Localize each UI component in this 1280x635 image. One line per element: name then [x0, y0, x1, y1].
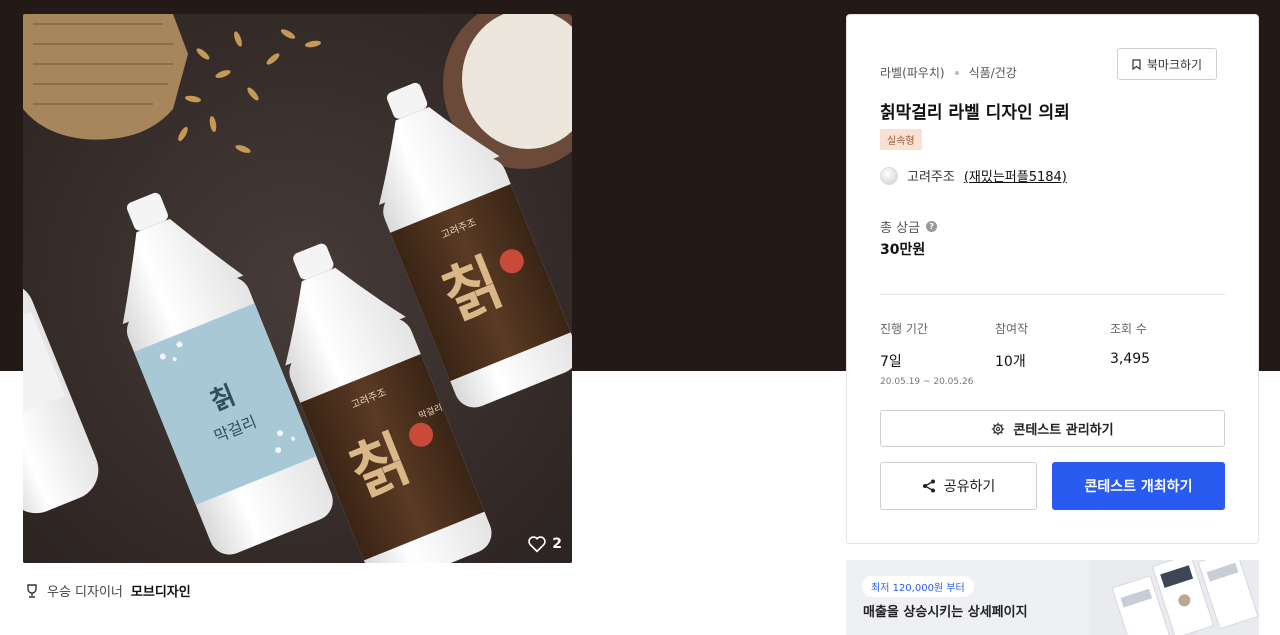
stat-period-label: 진행 기간 [880, 322, 928, 336]
host-contest-button[interactable]: 콘테스트 개최하기 [1052, 462, 1225, 510]
share-button[interactable]: 공유하기 [880, 462, 1037, 510]
promo-text: 매출을 상승시키는 상세페이지 [863, 605, 1028, 620]
bookmark-icon [1132, 58, 1141, 70]
category-secondary[interactable]: 식품/건강 [969, 64, 1017, 81]
winner-label: 우승 디자이너 [47, 585, 123, 600]
stat-period-value: 7일 [880, 354, 902, 370]
stat-views: 조회 수 3,495 [1110, 320, 1150, 367]
stat-views-label: 조회 수 [1110, 322, 1147, 336]
stat-entries-label: 참여작 [995, 322, 1029, 336]
stat-period-dates: 20.05.19 ~ 20.05.26 [880, 377, 974, 387]
prize-label-text: 총 상금 [880, 221, 921, 236]
divider [880, 294, 1225, 295]
stat-period: 진행 기간 7일 20.05.19 ~ 20.05.26 [880, 320, 973, 387]
prize-value: 30만원 [880, 242, 926, 258]
manage-contest-label: 콘테스트 관리하기 [1013, 423, 1114, 438]
bookmark-label: 북마크하기 [1146, 57, 1203, 72]
share-label: 공유하기 [943, 479, 996, 495]
heart-icon [528, 536, 547, 553]
plan-badge: 실속형 [880, 129, 922, 150]
promo-page-preview-image [1089, 560, 1259, 635]
host-user-link[interactable]: (재밌는퍼플5184) [964, 166, 1067, 185]
gear-icon [992, 422, 1005, 435]
help-icon[interactable]: ? [926, 221, 938, 232]
stat-entries-value: 10개 [995, 354, 1026, 370]
stat-entries: 참여작 10개 [995, 320, 1028, 371]
host-company: 고려주조 [907, 170, 955, 185]
stat-views-value: 3,495 [1110, 351, 1151, 367]
promo-banner[interactable]: 최저 120,000원 부터 매출을 상승시키는 상세페이지 [846, 560, 1259, 635]
winner-name[interactable]: 모브디자인 [131, 581, 191, 600]
prize-label: 총 상금 ? [880, 217, 938, 236]
category-breadcrumb: 라벨(파우치) 식품/건강 [880, 64, 1017, 81]
host-info: 고려주조 (재밌는퍼플5184) [880, 166, 1067, 185]
contest-hero-image[interactable]: 칡 막걸리 고려주조 칡 막걸리 고려주조 칡 2 [23, 14, 572, 563]
category-primary[interactable]: 라벨(파우치) [880, 64, 945, 81]
like-button[interactable]: 2 [527, 535, 562, 553]
makgeolli-bottles-illustration: 칡 막걸리 고려주조 칡 막걸리 고려주조 칡 [23, 14, 572, 563]
breadcrumb-separator [954, 70, 959, 75]
manage-contest-button[interactable]: 콘테스트 관리하기 [880, 410, 1225, 447]
contest-title: 칡막걸리 라벨 디자인 의뢰 [880, 103, 1070, 123]
trophy-icon [27, 583, 37, 598]
like-count: 2 [552, 536, 562, 552]
avatar [880, 166, 898, 185]
promo-price-pill: 최저 120,000원 부터 [862, 576, 974, 597]
bookmark-button[interactable]: 북마크하기 [1117, 48, 1217, 80]
share-icon [922, 479, 935, 493]
contest-info-panel: 라벨(파우치) 식품/건강 북마크하기 칡막걸리 라벨 디자인 의뢰 실속형 고… [846, 14, 1259, 544]
winner-designer: 우승 디자이너 모브디자인 [25, 581, 191, 600]
